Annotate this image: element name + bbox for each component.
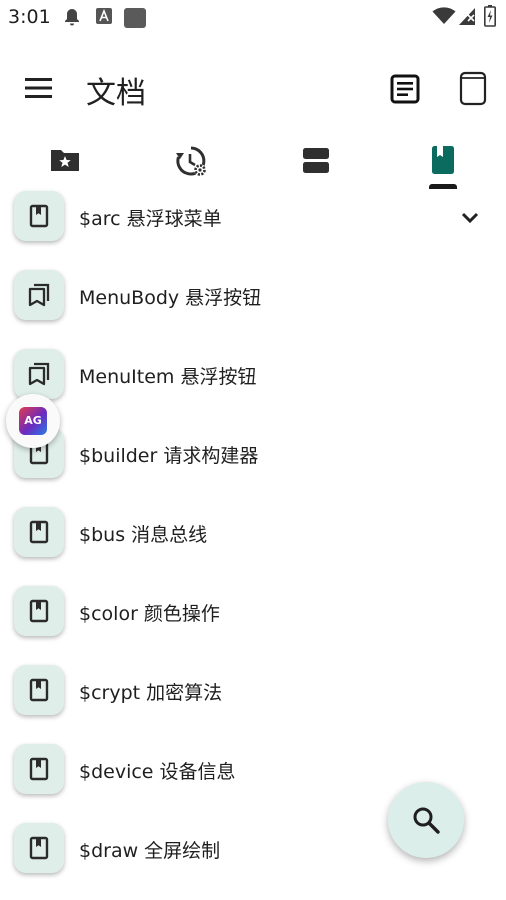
list-item-icon-box — [14, 270, 64, 320]
list-item-icon-box — [14, 191, 64, 241]
wifi-icon — [432, 7, 456, 24]
bookmark-icon — [29, 678, 49, 702]
status-bar: 3:01 — [0, 0, 506, 34]
status-time: 3:01 — [8, 6, 51, 28]
tablet-icon[interactable] — [454, 70, 492, 108]
app-bar: 文档 — [0, 56, 506, 120]
list-item[interactable]: $arc 悬浮球菜单 — [0, 178, 506, 256]
list-item-label: $bus 消息总线 — [79, 524, 208, 546]
hamburger-menu-icon[interactable] — [20, 70, 56, 106]
list-item-label: $builder 请求构建器 — [79, 445, 259, 467]
list-item-icon-box — [14, 349, 64, 399]
document-list-icon[interactable] — [386, 70, 424, 108]
app-logo: AG — [19, 407, 47, 435]
bookmark-icon — [29, 836, 49, 860]
bookmarks-icon — [28, 362, 50, 386]
bookmarks-icon — [28, 283, 50, 307]
list-item-icon-box — [14, 665, 64, 715]
list-item-icon-box — [14, 823, 64, 873]
font-a-icon — [96, 8, 112, 24]
list-item-icon-box — [14, 744, 64, 794]
list-item-icon-box — [14, 507, 64, 557]
signal-icon — [459, 8, 475, 25]
bookmark-icon — [29, 599, 49, 623]
list-item-label: $draw 全屏绘制 — [79, 840, 221, 862]
list-item[interactable]: $color 颜色操作 — [0, 573, 506, 651]
list-item[interactable]: $bus 消息总线 — [0, 494, 506, 572]
list-item-label: MenuBody 悬浮按钮 — [79, 287, 262, 309]
list-item[interactable]: MenuBody 悬浮按钮 — [0, 257, 506, 335]
bookmark-icon — [29, 757, 49, 781]
bookmark-icon — [29, 204, 49, 228]
page-title: 文档 — [86, 76, 146, 111]
list-item-label: MenuItem 悬浮按钮 — [79, 366, 257, 388]
list-item-icon-box — [14, 586, 64, 636]
floating-app-badge[interactable]: AG — [6, 394, 60, 448]
folder-star-icon — [51, 150, 79, 171]
list-item-label: $crypt 加密算法 — [79, 682, 223, 704]
list-item-label: $color 颜色操作 — [79, 603, 220, 625]
list-item-label: $device 设备信息 — [79, 761, 236, 783]
search-icon — [413, 807, 440, 834]
list-item[interactable]: $crypt 加密算法 — [0, 652, 506, 730]
list-item[interactable]: MenuItem 悬浮按钮 — [0, 336, 506, 414]
square-icon — [124, 8, 146, 28]
battery-icon — [484, 5, 496, 27]
history-settings-icon — [176, 146, 206, 176]
chevron-down-icon[interactable] — [458, 206, 482, 230]
search-fab[interactable] — [388, 782, 464, 858]
list-item[interactable]: $builder 请求构建器 — [0, 415, 506, 493]
book-icon — [432, 146, 454, 174]
list-item-label: $arc 悬浮球菜单 — [79, 208, 222, 230]
view-agenda-icon — [303, 148, 329, 173]
bookmark-icon — [29, 520, 49, 544]
notification-bell-icon — [65, 9, 79, 26]
